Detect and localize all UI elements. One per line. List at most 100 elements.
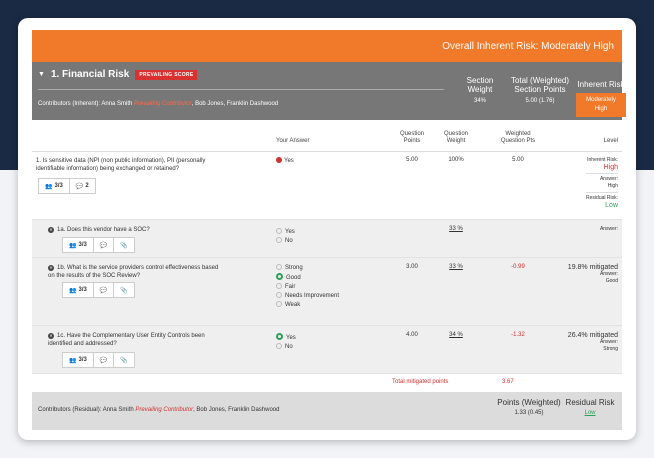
answer-options: Strong Good Fair Needs Improvement Weak xyxy=(276,264,339,310)
expand-icon[interactable]: ✕ xyxy=(48,333,54,339)
divider xyxy=(38,89,444,90)
total-mitigated-row: Total mitigated points 3.67 xyxy=(32,374,622,392)
contributors-suffix: , Bob Jones, Franklin Dashwood xyxy=(191,101,279,107)
column-headers: Your Answer Question Points Question Weigh… xyxy=(32,120,622,152)
option-strong[interactable]: Strong xyxy=(276,264,339,273)
section-weight-value: 34% xyxy=(473,98,486,104)
weighted-points: 5.00 xyxy=(512,157,524,163)
residual-risk: Residual Risk Low xyxy=(562,398,618,416)
level-info: Answer: xyxy=(599,226,618,232)
section-title-text: 1. Financial Risk xyxy=(50,69,130,80)
option-fair[interactable]: Fair xyxy=(276,283,339,292)
question-actions: 👥 3/3 💬 📎 xyxy=(62,352,135,368)
contributors-chip[interactable]: 👥 3/3 xyxy=(63,283,94,297)
question-text: 1. Is sensitive data (NPI (non public in… xyxy=(36,158,206,172)
question-points: 5.00 xyxy=(406,157,418,163)
section-weight-label-2: Weight xyxy=(467,85,493,94)
section-points: Total (Weighted) Section Points 5.00 (1.… xyxy=(506,76,574,106)
col-question-weight: Question Weight xyxy=(443,131,468,144)
question-row: ✕ 1a. Does this vendor have a SOC? 👥 3/3 💬… xyxy=(32,220,622,258)
question-weight: 100% xyxy=(448,157,464,163)
option-yes[interactable]: Yes xyxy=(276,228,295,237)
paperclip-icon: 📎 xyxy=(120,287,128,294)
weighted-points: -1.32 xyxy=(511,332,525,338)
comment-icon: 💬 xyxy=(99,287,108,294)
section-title[interactable]: ▼ 1. Financial Risk PREVAILING SCORE xyxy=(38,69,198,80)
question-row: 1. Is sensitive data (NPI (non public in… xyxy=(32,152,622,220)
comment-icon: 💬 xyxy=(99,357,108,364)
level-info: 26.4% mitigated Answer: Strong xyxy=(567,332,618,352)
prevailing-score-badge: PREVAILING SCORE xyxy=(135,69,198,80)
risk-panel: Overall Inherent Risk: Moderately High ▼… xyxy=(32,30,626,430)
option-no[interactable]: No xyxy=(276,343,296,352)
question-text: ✕ 1c. Have the Complementary User Entity … xyxy=(48,333,205,347)
users-icon: 👥 xyxy=(45,183,53,190)
question-weight[interactable]: 33 % xyxy=(436,264,476,270)
residual-footer: Contributors (Residual): Anna Smith Prev… xyxy=(32,392,622,430)
total-mitigated-label: Total mitigated points xyxy=(392,379,449,385)
chevron-down-icon[interactable]: ▼ xyxy=(38,71,45,78)
weighted-points: -0.99 xyxy=(511,264,525,270)
comments-chip[interactable]: 💬 xyxy=(94,238,115,252)
option-good[interactable]: Good xyxy=(276,273,339,283)
users-icon: 👥 xyxy=(69,287,77,294)
contributors-chip[interactable]: 👥 3/3 xyxy=(39,179,70,193)
contributors-chip[interactable]: 👥 3/3 xyxy=(63,353,94,367)
answer-options: Yes No xyxy=(276,333,296,352)
residual-contributors: Contributors (Residual): Anna Smith Prev… xyxy=(38,407,280,413)
comments-chip[interactable]: 💬 2 xyxy=(70,179,95,193)
option-yes[interactable]: Yes xyxy=(276,333,296,343)
answer-options: Yes No xyxy=(276,228,295,246)
expand-icon[interactable]: ✕ xyxy=(48,227,54,233)
col-your-answer: Your Answer xyxy=(276,138,310,144)
risk-card: Overall Inherent Risk: Moderately High ▼… xyxy=(18,18,636,440)
option-needs-improvement[interactable]: Needs Improvement xyxy=(276,292,339,301)
question-actions: 👥 3/3 💬 📎 xyxy=(62,237,135,253)
question-actions: 👥 3/3 💬 📎 xyxy=(62,282,135,298)
residual-risk-link[interactable]: Low xyxy=(562,410,618,416)
attachment-chip[interactable]: 📎 xyxy=(114,238,133,252)
col-level: Level xyxy=(603,138,618,144)
question-text: ✕ 1a. Does this vendor have a SOC? xyxy=(48,227,150,233)
section-points-value: 5.00 (1.76) xyxy=(525,98,555,104)
total-mitigated-value: 3.67 xyxy=(502,379,514,385)
question-row: ✕ 1b. What is the service providers contr… xyxy=(32,258,622,326)
prevailing-contributor-label: Prevailing Contributor xyxy=(135,407,194,413)
question-weight[interactable]: 34 % xyxy=(436,332,476,338)
section-points-label-2: Section Points xyxy=(514,85,566,94)
section-weight: Section Weight 34% xyxy=(460,76,500,106)
question-weight[interactable]: 33 % xyxy=(436,226,476,232)
question-points: 3.00 xyxy=(406,264,418,270)
attachment-chip[interactable]: 📎 xyxy=(114,283,133,297)
question-row: ✕ 1c. Have the Complementary User Entity … xyxy=(32,326,622,374)
option-weak[interactable]: Weak xyxy=(276,301,339,310)
section-points-label: Total (Weighted) xyxy=(510,76,570,85)
users-icon: 👥 xyxy=(69,357,77,364)
level-info: Inherent Risk: High Answer: High Residua… xyxy=(586,157,618,209)
overall-risk-label: Overall Inherent Risk: Moderately High xyxy=(442,40,614,52)
comment-icon: 💬 xyxy=(99,242,108,249)
comment-icon: 💬 xyxy=(75,183,84,190)
paperclip-icon: 📎 xyxy=(120,242,128,249)
answer-dot-icon xyxy=(276,157,282,163)
inherent-level: High xyxy=(603,164,618,171)
inherent-risk-label: Inherent Risk xyxy=(577,80,625,89)
option-no[interactable]: No xyxy=(276,237,295,246)
overall-risk-bar: Overall Inherent Risk: Moderately High xyxy=(32,30,622,62)
expand-icon[interactable]: ✕ xyxy=(48,265,54,271)
answer-value: Yes xyxy=(276,157,294,166)
question-points: 4.00 xyxy=(406,332,418,338)
section-header: ▼ 1. Financial Risk PREVAILING SCORE Con… xyxy=(32,62,626,120)
contributors-chip[interactable]: 👥 3/3 xyxy=(63,238,94,252)
section-weight-label: Section xyxy=(466,76,494,85)
attachment-chip[interactable]: 📎 xyxy=(114,353,133,367)
question-actions: 👥 3/3 💬 2 xyxy=(38,178,96,194)
residual-level: Low xyxy=(605,202,618,209)
residual-points-value: 1.33 (0.45) xyxy=(514,410,544,416)
comments-chip[interactable]: 💬 xyxy=(94,283,115,297)
prevailing-contributor-label: Prevailing Contributor xyxy=(134,101,192,107)
question-text: ✕ 1b. What is the service providers contr… xyxy=(48,265,219,279)
comments-chip[interactable]: 💬 xyxy=(94,353,115,367)
inherent-risk: Inherent Risk Moderately High xyxy=(576,80,626,117)
paperclip-icon: 📎 xyxy=(120,357,128,364)
